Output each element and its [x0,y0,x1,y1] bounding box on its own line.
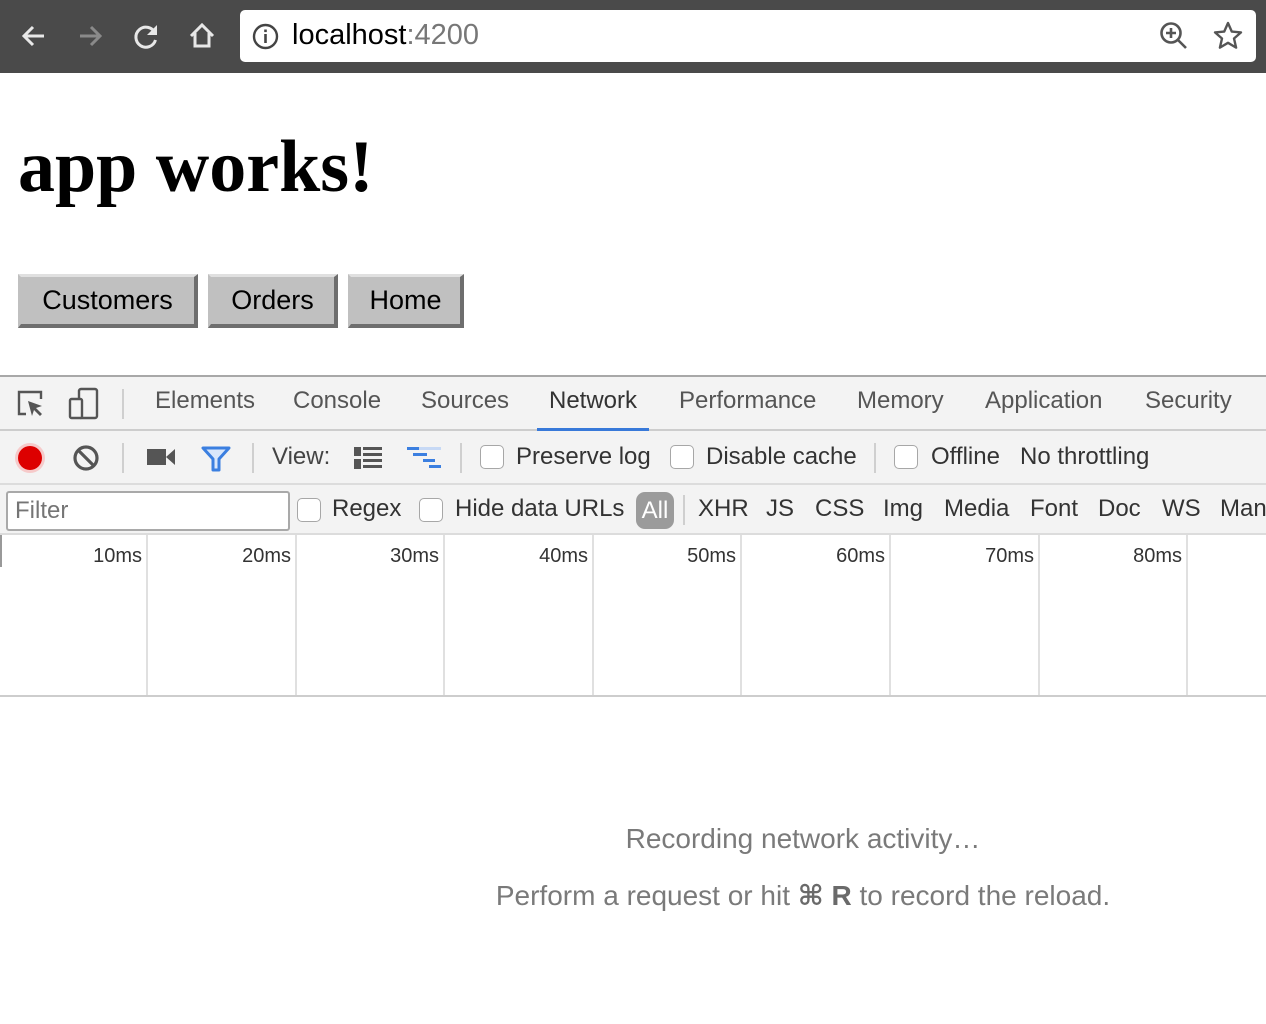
browser-toolbar: localhost:4200 [0,0,1266,73]
timeline-tick-label: 40ms [539,545,588,567]
type-filter-media[interactable]: Media [944,495,1009,523]
large-rows-icon[interactable] [353,446,383,470]
regex-checkbox[interactable] [297,498,321,522]
timeline-tick-label: 50ms [687,545,736,567]
back-button[interactable] [16,18,52,54]
tab-memory[interactable]: Memory [857,387,944,431]
separator [252,443,254,473]
throttling-select[interactable]: No throttling [1020,443,1149,471]
reload-button[interactable] [128,18,164,54]
clear-icon[interactable] [72,444,100,472]
separator [874,443,876,473]
timeline-gridline [443,535,445,695]
type-filter-ws[interactable]: WS [1162,495,1201,523]
filter-icon[interactable] [200,445,232,473]
timeline-gridline [592,535,594,695]
home-nav-button[interactable]: Home [348,274,464,328]
timeline-tick-label: 30ms [390,545,439,567]
tab-application[interactable]: Application [985,387,1102,431]
star-icon[interactable] [1212,20,1244,52]
view-label: View: [272,443,331,470]
address-bar[interactable]: localhost:4200 [240,10,1256,62]
network-toolbar: View: Preserve log Disable cache Offline… [0,431,1266,485]
offline-checkbox[interactable] [894,445,918,469]
separator [122,443,124,473]
tab-performance[interactable]: Performance [679,387,816,431]
preserve-log-label[interactable]: Preserve log [516,443,651,471]
reload-hint-prefix: Perform a request or hit [495,880,798,911]
info-circle-icon[interactable] [252,23,279,50]
timeline-tick-label: 20ms [242,545,291,567]
tab-elements[interactable]: Elements [155,387,255,431]
forward-button[interactable] [72,18,108,54]
reload-icon [134,25,157,49]
timeline-start-marker [0,535,2,567]
url-host: localhost [292,19,407,51]
recording-message: Recording network activity… [625,823,981,854]
tab-network[interactable]: Network [536,387,650,431]
reload-hint-suffix: to record the reload. [851,880,1111,911]
regex-label[interactable]: Regex [332,495,401,523]
type-filter-doc[interactable]: Doc [1098,495,1141,523]
disable-cache-label[interactable]: Disable cache [706,443,857,471]
page-title: app works! [18,126,374,208]
arrow-right-icon [80,25,103,47]
separator [683,495,685,525]
type-filter-manifest[interactable]: Man [1220,495,1266,523]
timeline-gridline [295,535,297,695]
devtools-panel: Elements Console Sources Network Perform… [0,375,1266,1024]
disable-cache-checkbox[interactable] [670,445,694,469]
separator [122,389,124,419]
tab-console[interactable]: Console [293,387,381,431]
inspect-element-icon[interactable] [16,389,46,419]
timeline-gridline [889,535,891,695]
type-filter-img[interactable]: Img [883,495,923,523]
customers-button[interactable]: Customers [18,274,198,328]
reload-shortcut: ⌘ R [797,880,852,911]
home-button[interactable] [184,18,220,54]
orders-button[interactable]: Orders [208,274,338,328]
url-text[interactable]: localhost:4200 [292,19,479,52]
devtools-tab-bar: Elements Console Sources Network Perform… [0,377,1266,431]
type-filter-css[interactable]: CSS [815,495,864,523]
url-port: :4200 [406,19,480,51]
preserve-log-checkbox[interactable] [480,445,504,469]
type-filter-all[interactable]: All [636,492,674,529]
timeline-tick-label: 80ms [1133,545,1182,567]
hide-data-urls-label[interactable]: Hide data URLs [455,495,624,523]
timeline-tick-label: 70ms [985,545,1034,567]
waterfall-overview-icon[interactable] [407,446,443,470]
timeline-gridline [1038,535,1040,695]
hide-data-urls-checkbox[interactable] [419,498,443,522]
timeline-tick-label: 60ms [836,545,885,567]
network-overview-timeline[interactable]: 10ms 20ms 30ms 40ms 50ms 60ms 70ms 80ms [0,535,1266,697]
reload-hint: Perform a request or hit ⌘ R to record t… [340,879,1266,912]
timeline-tick-label: 10ms [93,545,142,567]
offline-label[interactable]: Offline [931,443,1000,471]
device-toolbar-icon[interactable] [68,387,100,421]
timeline-gridline [1186,535,1188,695]
home-icon [189,22,215,48]
type-filter-font[interactable]: Font [1030,495,1078,523]
tab-sources[interactable]: Sources [421,387,509,431]
separator [460,443,462,473]
network-filter-bar: Regex Hide data URLs All XHR JS CSS Img … [0,485,1266,535]
capture-screenshots-icon[interactable] [146,446,176,468]
record-icon[interactable] [12,440,48,476]
arrow-left-icon [21,25,44,47]
filter-input[interactable] [6,491,290,531]
timeline-gridline [146,535,148,695]
zoom-icon[interactable] [1158,20,1190,52]
type-filter-js[interactable]: JS [766,495,794,523]
type-filter-xhr[interactable]: XHR [698,495,749,523]
tab-security[interactable]: Security [1145,387,1232,431]
timeline-gridline [740,535,742,695]
